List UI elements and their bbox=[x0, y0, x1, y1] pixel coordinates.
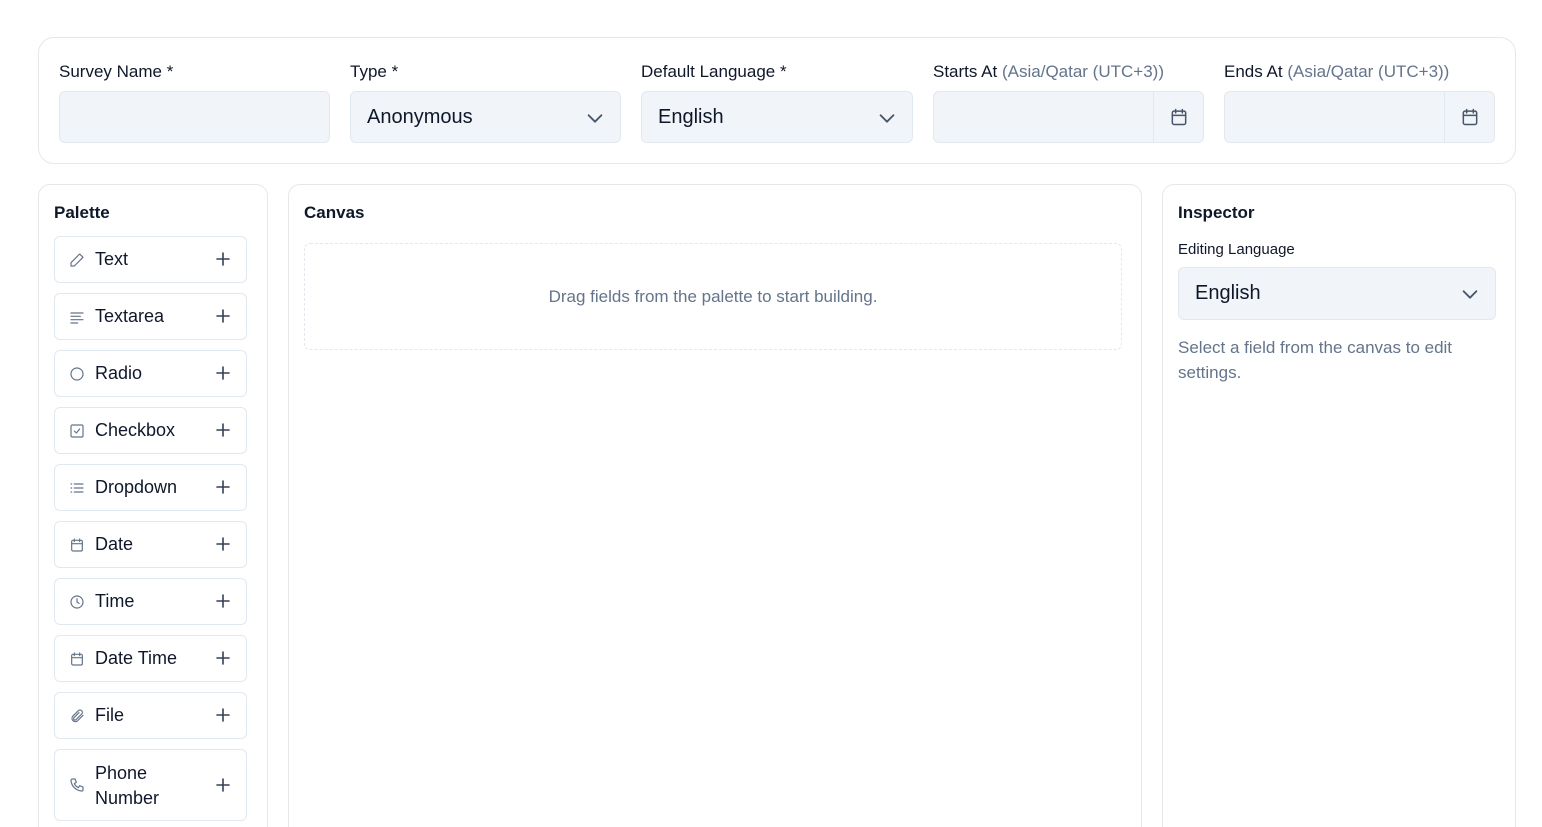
checkbox-icon bbox=[70, 424, 84, 438]
palette-item-label: Text bbox=[95, 249, 129, 269]
palette-item-label: Phone Number bbox=[95, 763, 160, 808]
calendar-icon bbox=[1462, 108, 1477, 126]
type-label: Type * bbox=[350, 62, 399, 81]
palette-panel: Palette Text Textarea Radio Checkbox Dro… bbox=[38, 184, 268, 827]
default-language-field: Default Language * bbox=[641, 60, 787, 84]
ends-at-input[interactable] bbox=[1224, 91, 1495, 143]
palette-item-date[interactable]: Date bbox=[54, 521, 247, 568]
calendar-icon bbox=[1171, 108, 1186, 126]
calendar-icon bbox=[71, 652, 83, 666]
canvas-dropzone[interactable]: Drag fields from the palette to start bu… bbox=[304, 243, 1122, 350]
chevron-down-icon bbox=[1462, 290, 1478, 299]
default-language-select[interactable]: English bbox=[641, 91, 913, 143]
editing-language-select[interactable]: English bbox=[1178, 267, 1496, 320]
type-select[interactable]: Anonymous bbox=[350, 91, 621, 143]
survey-settings-card: Survey Name * Type * Anonymous Default L… bbox=[38, 37, 1516, 164]
plus-icon bbox=[216, 366, 230, 380]
palette-item-label: Date Time bbox=[95, 648, 178, 668]
palette-item-label: Dropdown bbox=[95, 477, 178, 497]
plus-icon bbox=[216, 537, 230, 551]
palette-item-checkbox[interactable]: Checkbox bbox=[54, 407, 247, 454]
ends-at-field: Ends At (Asia/Qatar (UTC+3)) bbox=[1224, 60, 1449, 84]
starts-at-field: Starts At (Asia/Qatar (UTC+3)) bbox=[933, 60, 1164, 84]
palette-item-textarea[interactable]: Textarea bbox=[54, 293, 247, 340]
palette-item-date-time[interactable]: Date Time bbox=[54, 635, 247, 682]
palette-item-label: Time bbox=[95, 591, 135, 611]
type-field: Type * bbox=[350, 60, 398, 84]
palette-item-phone-number[interactable]: Phone Number bbox=[54, 749, 247, 821]
starts-at-label: Starts At bbox=[933, 62, 998, 81]
ends-at-calendar-button[interactable] bbox=[1444, 92, 1494, 142]
starts-at-timezone-hint: (Asia/Qatar (UTC+3)) bbox=[1001, 62, 1164, 81]
chevron-down-icon bbox=[587, 114, 603, 123]
starts-at-calendar-button[interactable] bbox=[1153, 92, 1203, 142]
plus-icon bbox=[216, 309, 230, 323]
plus-icon bbox=[216, 778, 230, 792]
canvas-empty-message: Drag fields from the palette to start bu… bbox=[548, 286, 878, 306]
survey-name-input[interactable] bbox=[59, 91, 330, 143]
plus-icon bbox=[216, 423, 230, 437]
editing-language-label: Editing Language bbox=[1178, 241, 1295, 258]
palette-item-time[interactable]: Time bbox=[54, 578, 247, 625]
plus-icon bbox=[216, 594, 230, 608]
ends-at-label-row: Ends At (Asia/Qatar (UTC+3)) bbox=[1224, 60, 1449, 84]
list-icon bbox=[70, 483, 84, 493]
clock-icon bbox=[70, 595, 84, 609]
type-select-value: Anonymous bbox=[367, 106, 473, 128]
plus-icon bbox=[216, 252, 230, 266]
palette-item-label: Checkbox bbox=[95, 420, 176, 440]
plus-icon bbox=[216, 651, 230, 665]
editing-language-value: English bbox=[1195, 282, 1261, 304]
text-lines-icon bbox=[70, 312, 84, 324]
starts-at-input[interactable] bbox=[933, 91, 1204, 143]
ends-at-timezone-hint: (Asia/Qatar (UTC+3)) bbox=[1287, 62, 1450, 81]
calendar-icon bbox=[71, 538, 83, 552]
survey-name-label: Survey Name * bbox=[59, 62, 174, 81]
inspector-title: Inspector bbox=[1178, 203, 1255, 222]
palette-item-dropdown[interactable]: Dropdown bbox=[54, 464, 247, 511]
inspector-help-text: Select a field from the canvas to edit s… bbox=[1178, 338, 1453, 382]
palette-item-label: Textarea bbox=[95, 306, 165, 326]
palette-item-label: File bbox=[95, 705, 125, 725]
palette-item-radio[interactable]: Radio bbox=[54, 350, 247, 397]
palette-item-label: Radio bbox=[95, 363, 143, 383]
plus-icon bbox=[216, 480, 230, 494]
default-language-label: Default Language * bbox=[641, 62, 787, 81]
inspector-panel: Inspector Editing Language English Selec… bbox=[1162, 184, 1516, 827]
survey-name-field: Survey Name * bbox=[59, 60, 173, 84]
default-language-value: English bbox=[658, 106, 724, 128]
canvas-panel: Canvas Drag fields from the palette to s… bbox=[288, 184, 1142, 827]
palette-item-file[interactable]: File bbox=[54, 692, 247, 739]
chevron-down-icon bbox=[879, 114, 895, 123]
paperclip-icon bbox=[71, 709, 84, 723]
palette-title: Palette bbox=[54, 203, 110, 222]
circle-icon bbox=[70, 367, 84, 381]
starts-at-label-row: Starts At (Asia/Qatar (UTC+3)) bbox=[933, 60, 1164, 84]
canvas-title: Canvas bbox=[304, 203, 365, 222]
phone-icon bbox=[70, 778, 84, 792]
pencil-icon bbox=[70, 253, 84, 267]
palette-item-label: Date bbox=[95, 534, 134, 554]
ends-at-label: Ends At bbox=[1224, 62, 1283, 81]
plus-icon bbox=[216, 708, 230, 722]
palette-item-text[interactable]: Text bbox=[54, 236, 247, 283]
